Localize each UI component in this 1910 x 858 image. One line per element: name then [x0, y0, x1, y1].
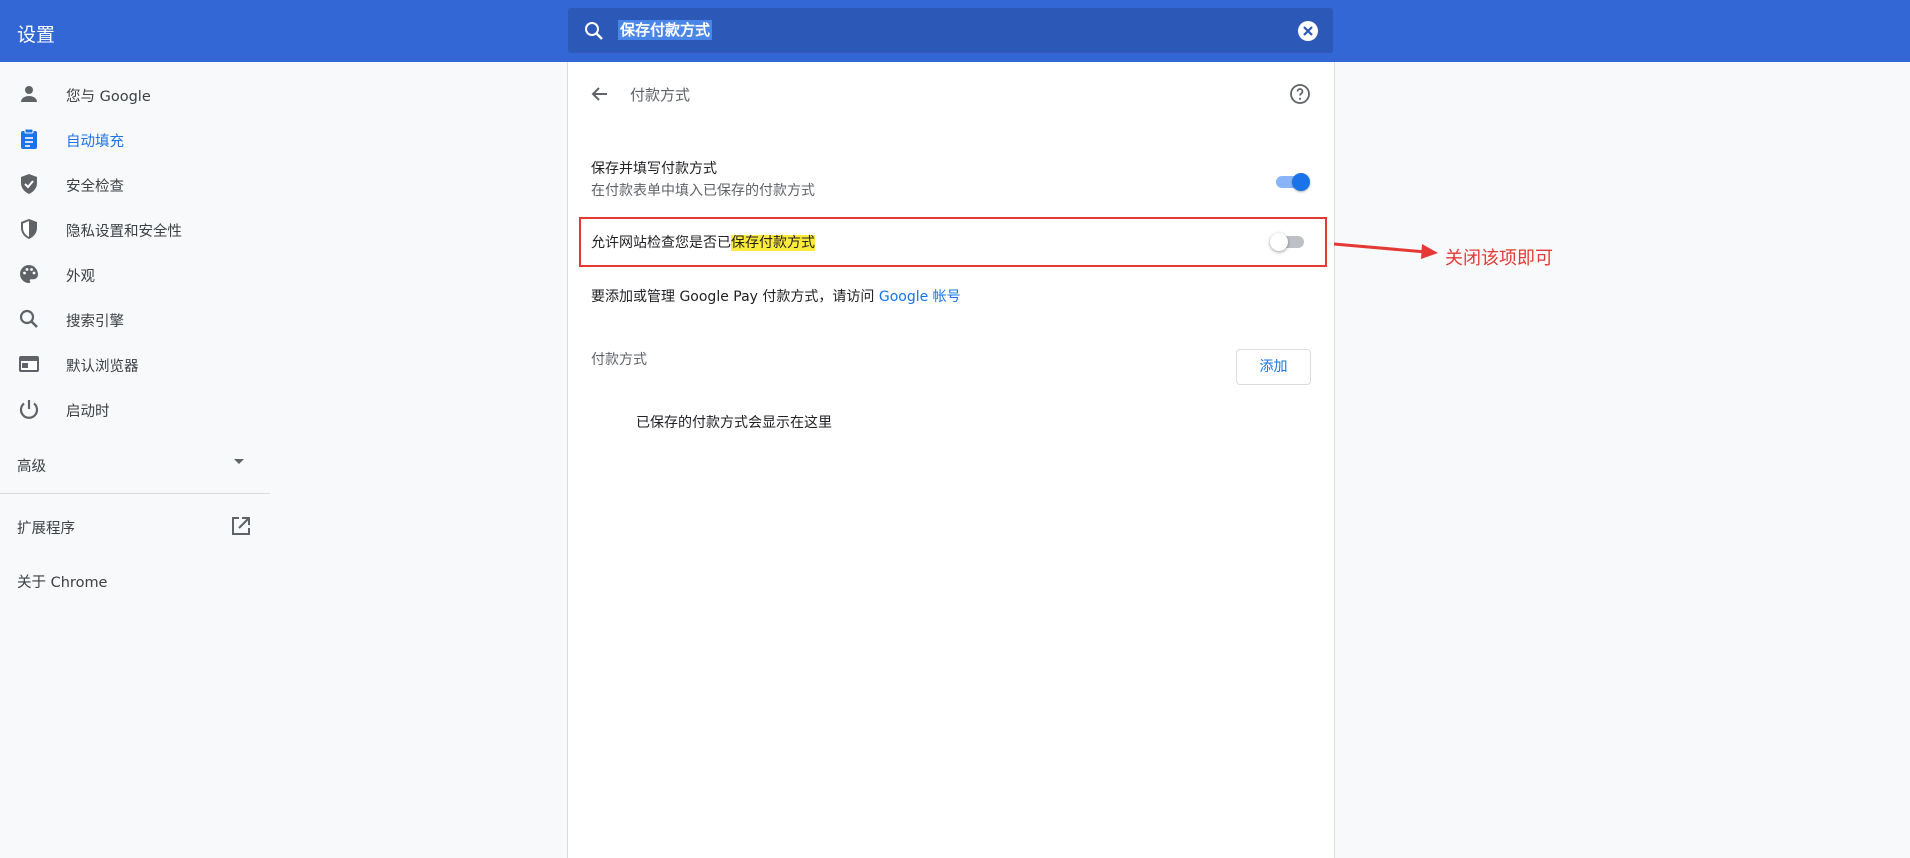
google-pay-prefix: 要添加或管理 Google Pay 付款方式，请访问 — [591, 289, 879, 305]
open-in-new-icon — [232, 517, 250, 535]
page-title: 付款方式 — [630, 86, 691, 104]
extensions-label: 扩展程序 — [17, 521, 75, 537]
sidebar-item-search-engine[interactable]: 搜索引擎 — [0, 297, 270, 342]
browser-icon — [19, 356, 39, 372]
google-account-link[interactable]: Google 帐号 — [879, 289, 961, 305]
sidebar-item-on-startup[interactable]: 启动时 — [0, 387, 270, 432]
sidebar-item-autofill[interactable]: 自动填充 — [0, 117, 270, 162]
top-bar: 设置 保存付款方式 — [0, 0, 1910, 62]
about-label: 关于 Chrome — [17, 575, 108, 591]
save-fill-title: 保存并填写付款方式 — [591, 161, 717, 177]
clear-search-icon[interactable] — [1297, 20, 1319, 42]
search-input[interactable]: 保存付款方式 — [618, 20, 713, 40]
save-fill-toggle[interactable] — [1274, 172, 1310, 192]
sidebar-item-appearance[interactable]: 外观 — [0, 252, 270, 297]
sidebar-item-label: 搜索引擎 — [66, 314, 124, 330]
search-icon — [19, 309, 38, 328]
help-icon[interactable] — [1288, 82, 1312, 106]
sidebar-item-label: 安全检查 — [66, 179, 124, 195]
payment-methods-card: 付款方式 保存并填写付款方式 在付款表单中填入已保存的付款方式 允许网站检查您是… — [567, 62, 1335, 858]
save-fill-description: 在付款表单中填入已保存的付款方式 — [591, 183, 815, 199]
advanced-label: 高级 — [17, 459, 46, 475]
sidebar-item-safety-check[interactable]: 安全检查 — [0, 162, 270, 207]
search-box[interactable]: 保存付款方式 — [568, 8, 1333, 53]
shield-half-icon — [21, 219, 37, 239]
chevron-down-icon — [234, 459, 244, 464]
allow-check-toggle[interactable] — [1270, 232, 1306, 252]
shield-check-icon — [21, 174, 37, 194]
allow-check-prefix: 允许网站检查您是否已 — [591, 235, 731, 251]
sidebar-divider — [0, 493, 270, 494]
add-payment-button[interactable]: 添加 — [1236, 349, 1311, 385]
google-pay-text: 要添加或管理 Google Pay 付款方式，请访问 Google 帐号 — [591, 286, 961, 306]
sidebar-item-label: 自动填充 — [66, 134, 124, 150]
palette-icon — [19, 265, 38, 283]
sidebar-item-about-chrome[interactable]: 关于 Chrome — [0, 560, 270, 602]
power-icon — [19, 400, 39, 419]
sidebar-item-label: 隐私设置和安全性 — [66, 224, 182, 240]
sidebar-item-label: 启动时 — [66, 404, 110, 420]
annotation-arrow — [1333, 242, 1438, 259]
toggle-knob — [1292, 173, 1310, 191]
sidebar: 您与 Google 自动填充 安全检查 隐私设置和安全性 外观 搜索引擎 默认浏… — [0, 62, 270, 858]
back-arrow-icon[interactable] — [588, 82, 612, 106]
search-icon — [585, 22, 603, 40]
sidebar-item-default-browser[interactable]: 默认浏览器 — [0, 342, 270, 387]
toggle-knob — [1270, 233, 1288, 251]
search-match-highlight: 保存付款方式 — [731, 235, 815, 251]
payment-methods-label: 付款方式 — [591, 352, 647, 368]
sidebar-item-label: 您与 Google — [66, 89, 151, 105]
sidebar-item-extensions[interactable]: 扩展程序 — [0, 505, 270, 547]
empty-state-text: 已保存的付款方式会显示在这里 — [636, 415, 832, 431]
sidebar-item-privacy[interactable]: 隐私设置和安全性 — [0, 207, 270, 252]
sidebar-item-you-and-google[interactable]: 您与 Google — [0, 72, 270, 117]
app-title: 设置 — [17, 24, 56, 46]
person-icon — [21, 86, 37, 102]
clipboard-icon — [21, 128, 37, 149]
allow-check-label: 允许网站检查您是否已保存付款方式 — [591, 232, 815, 252]
sidebar-item-label: 默认浏览器 — [66, 359, 139, 375]
annotation-text: 关闭该项即可 — [1445, 248, 1553, 269]
sidebar-advanced[interactable]: 高级 — [0, 440, 270, 485]
sidebar-item-label: 外观 — [66, 269, 95, 285]
